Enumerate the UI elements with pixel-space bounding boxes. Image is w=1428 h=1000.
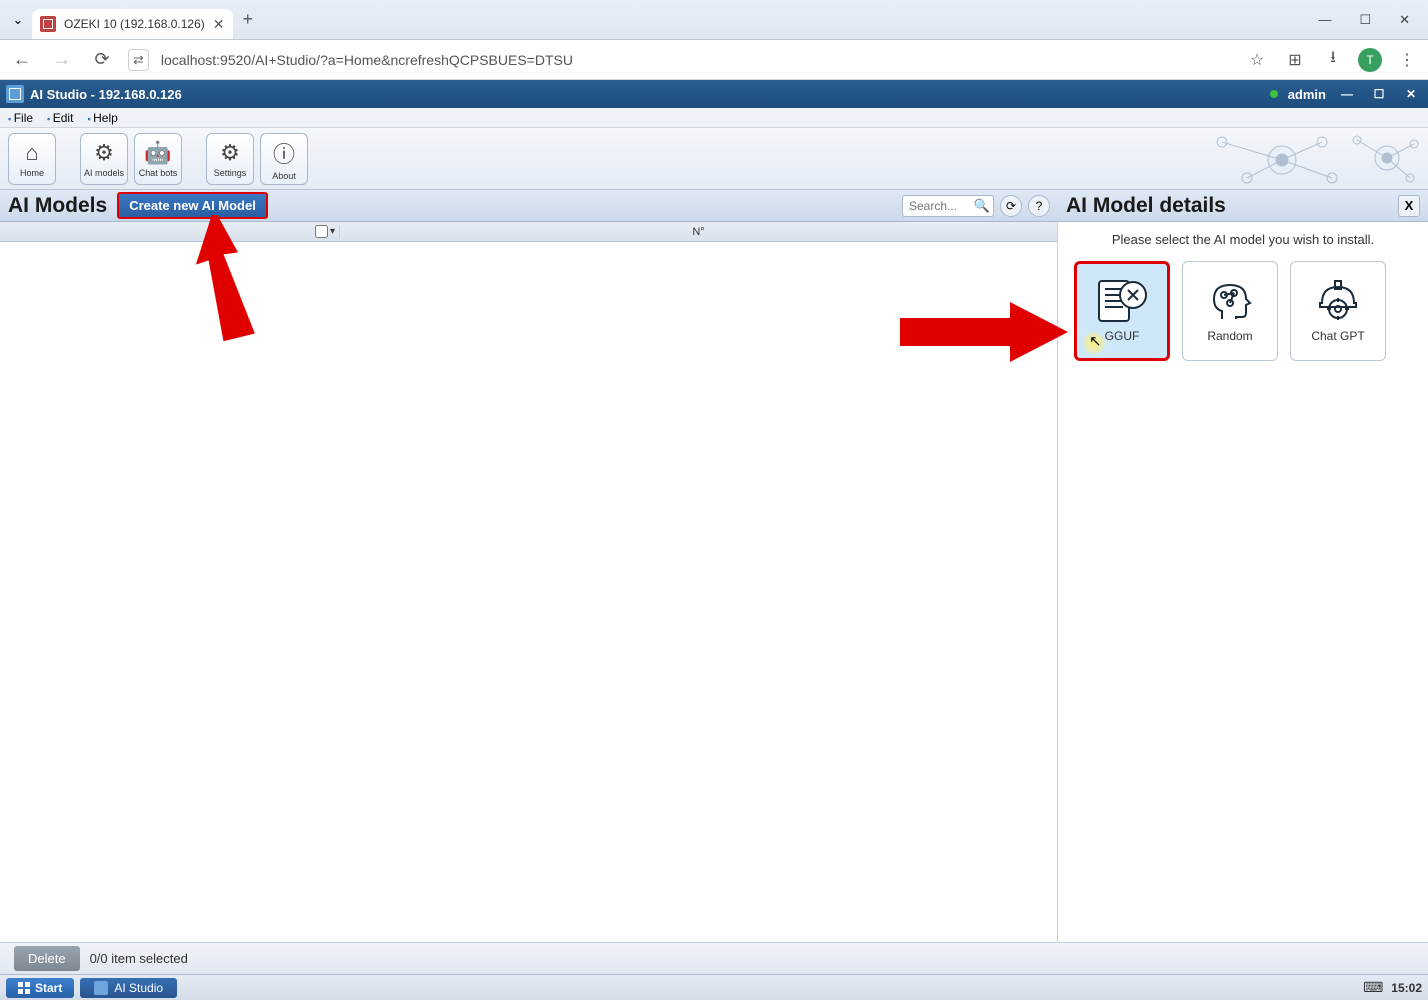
gear-icon: ⚙ bbox=[94, 140, 114, 166]
gear-hardhat-icon bbox=[1314, 279, 1362, 323]
device-compass-icon bbox=[1095, 279, 1149, 323]
cursor-pointer-icon: ↖ bbox=[1089, 332, 1102, 350]
forward-button[interactable]: → bbox=[48, 46, 76, 74]
brain-head-icon bbox=[1206, 279, 1254, 323]
menu-edit[interactable]: Edit bbox=[47, 111, 73, 125]
chevron-down-icon[interactable]: ▾ bbox=[330, 226, 335, 237]
delete-button[interactable]: Delete bbox=[14, 946, 80, 971]
menu-file[interactable]: File bbox=[8, 111, 33, 125]
status-online-icon bbox=[1270, 90, 1278, 98]
downloads-icon[interactable]: ⭳ bbox=[1320, 47, 1346, 73]
toolbar-about-button[interactable]: ⓘ About bbox=[260, 133, 308, 185]
toolbar-settings-label: Settings bbox=[214, 168, 247, 178]
table-header-n: N° bbox=[340, 226, 1057, 238]
taskbar-app-label: AI Studio bbox=[114, 981, 163, 995]
annotation-arrow-create bbox=[195, 215, 325, 355]
keyboard-icon[interactable]: ⌨ bbox=[1363, 979, 1383, 996]
toolbar-about-label: About bbox=[272, 171, 296, 181]
taskbar-app-ai-studio[interactable]: AI Studio bbox=[80, 978, 177, 998]
back-button[interactable]: ← bbox=[8, 46, 36, 74]
home-icon: ⌂ bbox=[25, 140, 38, 166]
model-card-chatgpt[interactable]: Chat GPT bbox=[1290, 261, 1386, 361]
reload-button[interactable]: ⟳ bbox=[88, 46, 116, 74]
tab-search-dropdown[interactable]: ⌄ bbox=[4, 6, 32, 34]
start-button[interactable]: Start bbox=[6, 978, 74, 998]
profile-avatar[interactable]: T bbox=[1358, 48, 1382, 72]
app-minimize-icon[interactable]: — bbox=[1336, 85, 1358, 103]
app-maximize-icon[interactable]: ☐ bbox=[1368, 85, 1390, 103]
toolbar-chat-bots-button[interactable]: 🤖 Chat bots bbox=[134, 133, 182, 185]
toolbar-settings-button[interactable]: ⚙ Settings bbox=[206, 133, 254, 185]
tab-close-icon[interactable]: ✕ bbox=[213, 16, 225, 33]
model-card-chatgpt-label: Chat GPT bbox=[1311, 329, 1364, 343]
bookmark-star-icon[interactable]: ☆ bbox=[1244, 47, 1270, 73]
taskbar-clock: 15:02 bbox=[1391, 981, 1422, 995]
details-close-button[interactable]: X bbox=[1398, 195, 1420, 217]
page-title: AI Models bbox=[8, 194, 107, 218]
browser-menu-icon[interactable]: ⋮ bbox=[1394, 47, 1420, 73]
model-card-gguf[interactable]: GGUF ↖ bbox=[1074, 261, 1170, 361]
annotation-arrow-gguf bbox=[900, 296, 1070, 376]
tab-favicon bbox=[40, 16, 56, 32]
toolbar-home-label: Home bbox=[20, 168, 44, 178]
toolbar-chat-bots-label: Chat bots bbox=[139, 168, 178, 178]
toolbar-ai-models-label: AI models bbox=[84, 168, 124, 178]
new-tab-button[interactable]: + bbox=[243, 9, 254, 30]
model-card-gguf-label: GGUF bbox=[1105, 329, 1140, 343]
model-card-random-label: Random bbox=[1207, 329, 1252, 343]
start-grid-icon bbox=[18, 982, 30, 994]
window-close-icon[interactable]: ✕ bbox=[1399, 12, 1410, 28]
app-title: AI Studio - 192.168.0.126 bbox=[30, 87, 182, 102]
menu-help[interactable]: Help bbox=[87, 111, 117, 125]
taskbar-app-icon bbox=[94, 981, 108, 995]
details-prompt: Please select the AI model you wish to i… bbox=[1074, 232, 1412, 247]
settings-icon: ⚙ bbox=[220, 140, 240, 166]
table-body-empty bbox=[0, 242, 1057, 942]
toolbar-ai-models-button[interactable]: ⚙ AI models bbox=[80, 133, 128, 185]
selection-status: 0/0 item selected bbox=[90, 951, 188, 966]
info-icon: ⓘ bbox=[273, 137, 295, 169]
address-url[interactable]: localhost:9520/AI+Studio/?a=Home&ncrefre… bbox=[161, 52, 1232, 68]
toolbar-home-button[interactable]: ⌂ Home bbox=[8, 133, 56, 185]
tab-title: OZEKI 10 (192.168.0.126) bbox=[64, 17, 205, 31]
extensions-icon[interactable]: ⊞ bbox=[1282, 47, 1308, 73]
help-button[interactable]: ? bbox=[1028, 195, 1050, 217]
app-user[interactable]: admin bbox=[1288, 87, 1326, 102]
site-settings-icon[interactable]: ⇄ bbox=[128, 49, 149, 71]
window-minimize-icon[interactable]: — bbox=[1318, 12, 1331, 28]
model-card-random[interactable]: Random bbox=[1182, 261, 1278, 361]
search-icon[interactable]: 🔍 bbox=[974, 198, 990, 214]
refresh-button[interactable]: ⟳ bbox=[1000, 195, 1022, 217]
app-logo-icon bbox=[6, 85, 24, 103]
network-decoration-icon bbox=[1192, 130, 1422, 188]
window-maximize-icon[interactable]: ☐ bbox=[1359, 12, 1371, 28]
details-title: AI Model details bbox=[1066, 194, 1388, 218]
app-close-icon[interactable]: ✕ bbox=[1400, 85, 1422, 103]
browser-tab[interactable]: OZEKI 10 (192.168.0.126) ✕ bbox=[32, 9, 233, 39]
robot-icon: 🤖 bbox=[144, 140, 171, 166]
start-label: Start bbox=[35, 981, 62, 995]
